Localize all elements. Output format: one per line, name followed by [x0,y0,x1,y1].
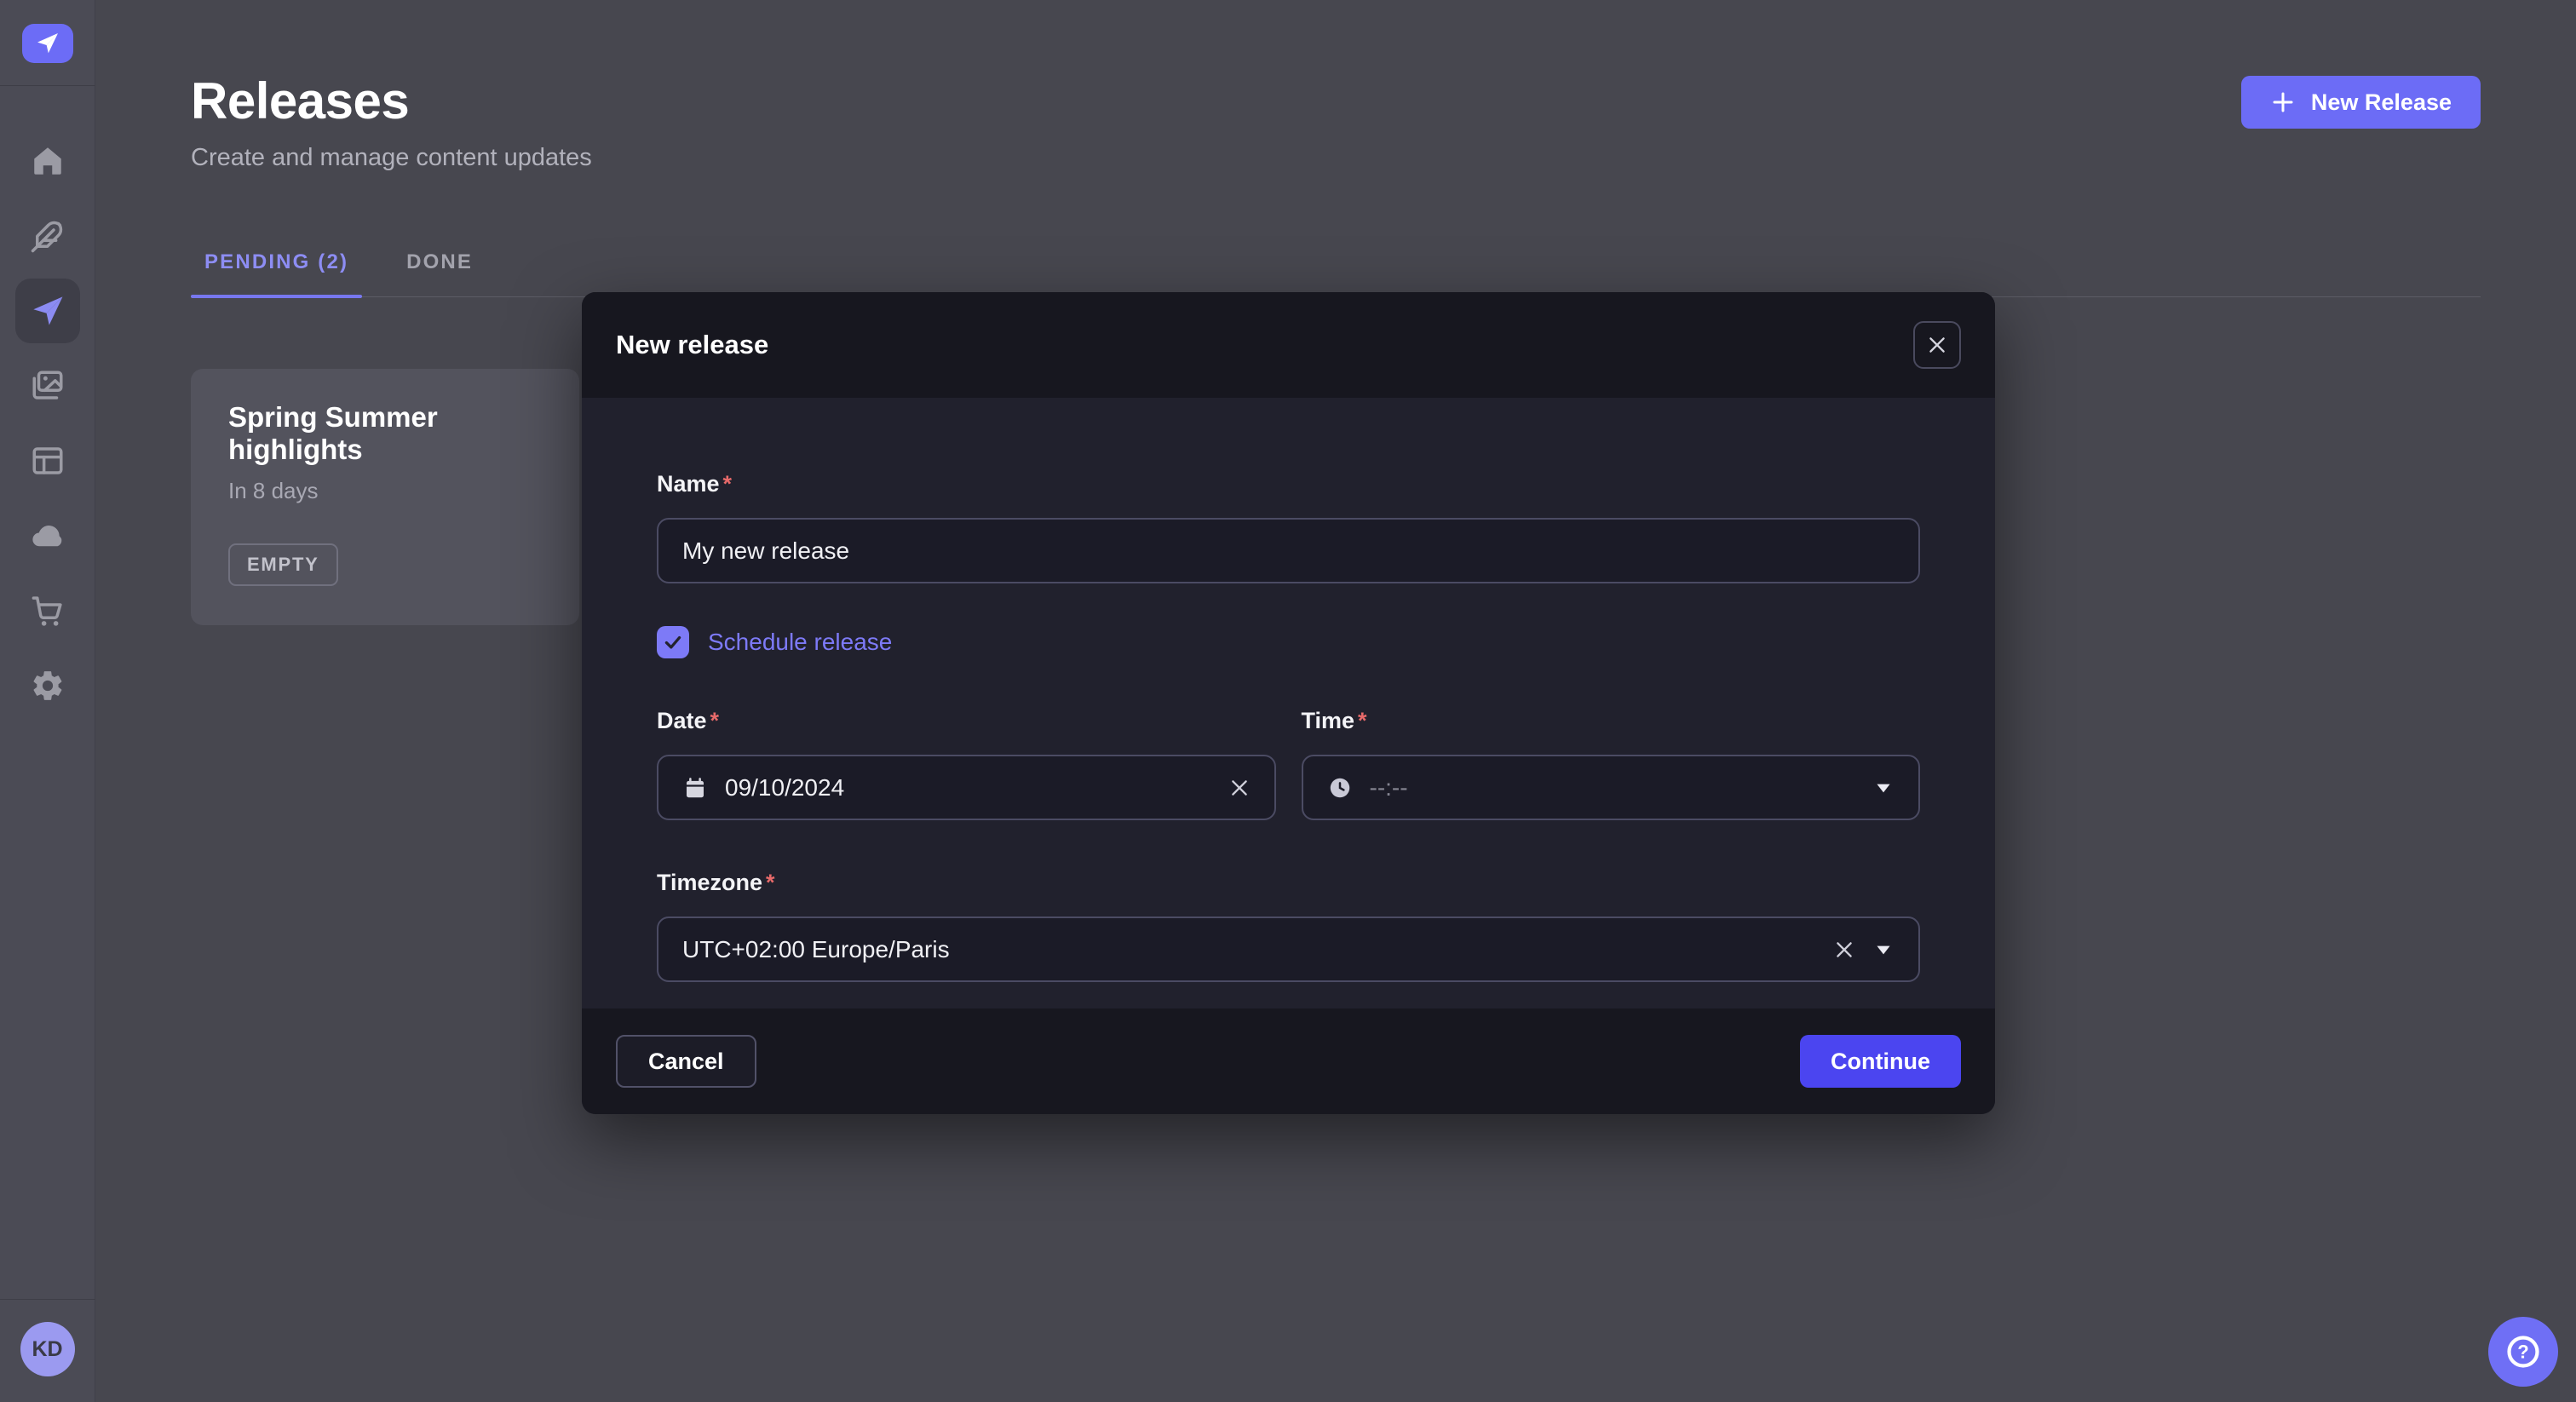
layout-icon [30,443,66,479]
send-logo-icon [34,30,61,57]
new-release-modal: New release Name* [582,292,1995,1114]
required-mark: * [710,708,720,733]
feather-icon [30,218,66,254]
release-card[interactable]: Spring Summer highlights In 8 days EMPTY [191,369,579,625]
time-input[interactable] [1370,774,1856,802]
name-field-wrapper [657,518,1920,583]
check-icon [662,631,684,653]
question-circle-icon: ? [2504,1332,2543,1371]
home-icon [30,143,66,179]
date-clear-button[interactable] [1228,777,1251,799]
page-header: Releases Create and manage content updat… [95,0,2576,172]
date-input[interactable] [725,774,1211,802]
svg-text:?: ? [2517,1342,2528,1363]
modal-body: Name* Schedule release Date* [582,398,1995,1008]
release-card-title: Spring Summer highlights [228,401,542,466]
timezone-dropdown-button[interactable] [1872,939,1895,961]
schedule-release-checkbox[interactable] [657,626,689,658]
release-card-status-badge: EMPTY [228,543,338,586]
page-subtitle: Create and manage content updates [191,144,592,172]
cart-icon [30,593,66,629]
cancel-button[interactable]: Cancel [616,1035,756,1088]
time-group: Time* [1302,708,1921,820]
cloud-icon [30,518,66,554]
sidebar-nav [15,129,80,718]
timezone-label-text: Timezone [657,870,762,895]
modal-header: New release [582,292,1995,398]
sidebar: KD [0,0,95,1402]
send-icon [30,293,66,329]
tab-bar: PENDING (2) DONE [191,237,2481,297]
timezone-group: Timezone* [657,870,1920,982]
plus-icon [2270,89,2296,115]
sidebar-item-releases[interactable] [15,279,80,343]
sidebar-item-settings[interactable] [15,653,80,718]
sidebar-divider [0,85,95,86]
clear-icon [1228,777,1251,799]
images-icon [30,368,66,404]
name-label-text: Name [657,471,720,497]
clear-icon [1833,939,1855,961]
modal-title: New release [616,330,768,360]
modal-close-button[interactable] [1913,321,1961,369]
date-label: Date* [657,708,719,733]
time-dropdown-button[interactable] [1872,777,1895,799]
sidebar-item-home[interactable] [15,129,80,193]
timezone-field-wrapper [657,916,1920,982]
caret-down-icon [1872,939,1895,961]
sidebar-item-media[interactable] [15,353,80,418]
time-label-text: Time [1302,708,1355,733]
date-group: Date* [657,708,1276,820]
sidebar-item-cloud[interactable] [15,503,80,568]
tab-done[interactable]: DONE [393,237,486,296]
sidebar-item-compose[interactable] [15,204,80,268]
close-icon [1926,334,1948,356]
timezone-label: Timezone* [657,870,775,895]
help-button[interactable]: ? [2488,1317,2558,1387]
app-logo[interactable] [22,24,73,63]
page-title: Releases [191,72,592,130]
time-field-wrapper [1302,755,1921,820]
required-mark: * [766,870,775,895]
continue-button[interactable]: Continue [1800,1035,1961,1088]
calendar-icon [682,775,708,801]
user-avatar[interactable]: KD [20,1322,75,1376]
name-input[interactable] [682,537,1895,565]
sidebar-divider-bottom [0,1299,95,1300]
new-release-button-label: New Release [2311,89,2452,116]
modal-footer: Cancel Continue [582,1008,1995,1114]
caret-down-icon [1872,777,1895,799]
time-label: Time* [1302,708,1367,733]
release-card-due: In 8 days [228,478,542,504]
sidebar-bottom: KD [0,1299,95,1402]
sidebar-item-store[interactable] [15,578,80,643]
timezone-clear-button[interactable] [1833,939,1855,961]
gear-icon [30,668,66,704]
date-field-wrapper [657,755,1276,820]
name-label: Name* [657,471,732,497]
required-mark: * [723,471,733,497]
date-label-text: Date [657,708,707,733]
tab-pending[interactable]: PENDING (2) [191,237,362,296]
new-release-button[interactable]: New Release [2241,76,2481,129]
required-mark: * [1358,708,1367,733]
sidebar-item-pages[interactable] [15,428,80,493]
schedule-release-checkbox-row[interactable]: Schedule release [657,626,1920,658]
schedule-release-label: Schedule release [708,629,892,656]
clock-icon [1327,775,1353,801]
timezone-input[interactable] [682,936,1816,963]
